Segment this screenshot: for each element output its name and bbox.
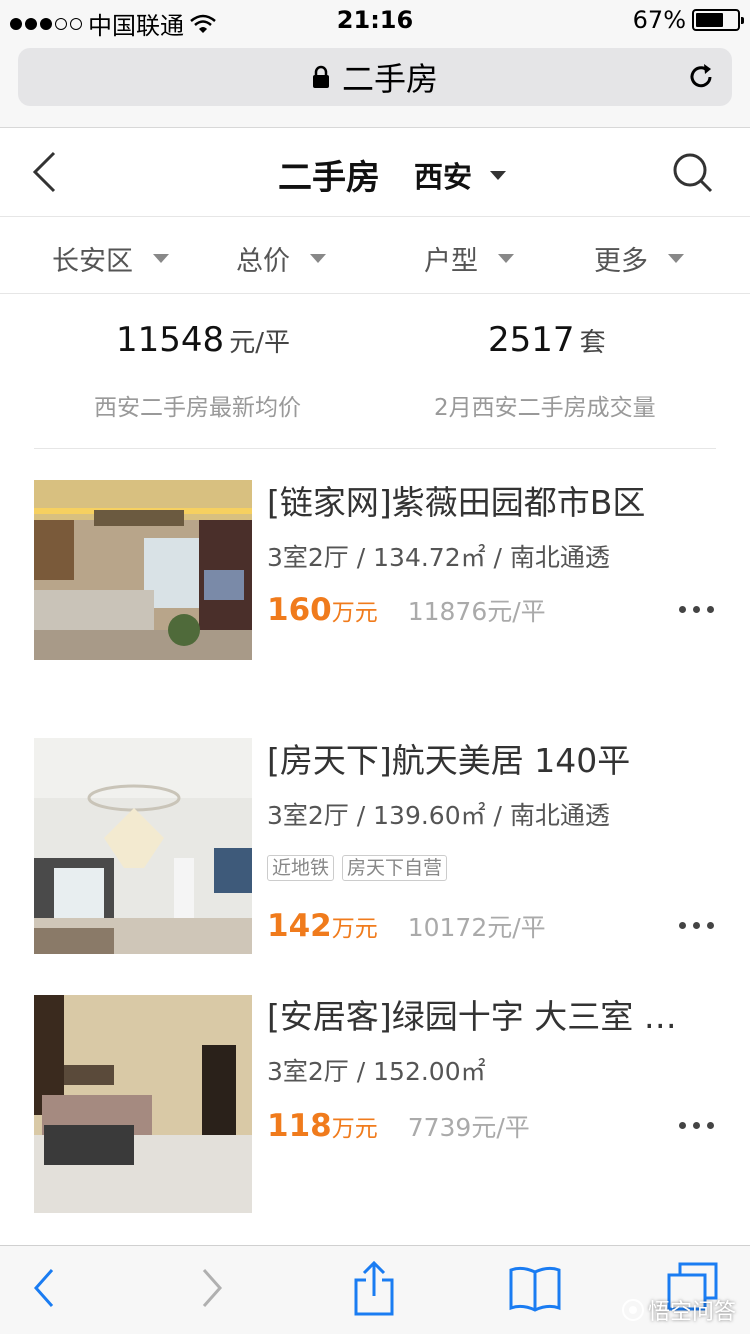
watermark: 悟空问答 — [621, 1294, 736, 1326]
volume-unit: 套 — [579, 328, 606, 358]
listing-price-unit: 万元 — [331, 916, 378, 942]
watermark-text: 悟空问答 — [647, 1300, 736, 1325]
listing-tag: 房天下自营 — [342, 855, 448, 881]
chevron-down-icon — [310, 254, 326, 263]
volume-label: 2月西安二手房成交量 — [434, 395, 656, 421]
status-right: 67% — [632, 6, 744, 34]
divider — [34, 448, 716, 449]
listing-price-row: 118 万元 7739元/平 — [267, 1108, 530, 1144]
avg-price-value: 11548 — [116, 320, 225, 360]
city-label: 西安 — [414, 160, 473, 194]
filter-district[interactable]: 长安区 — [52, 239, 169, 278]
filter-bar: 长安区 总价 户型 更多 — [0, 217, 750, 294]
filter-label: 总价 — [236, 246, 290, 277]
bookmarks-icon[interactable] — [508, 1264, 562, 1312]
url-title: 二手房 — [341, 60, 438, 98]
lock-icon — [312, 65, 329, 88]
more-icon[interactable] — [679, 606, 714, 613]
listing-price-unit: 万元 — [331, 600, 378, 626]
more-icon[interactable] — [679, 1122, 714, 1129]
listing-unit-price: 10172元/平 — [407, 913, 546, 942]
reload-icon[interactable] — [686, 62, 716, 92]
city-selector[interactable]: 西安 — [414, 154, 507, 196]
search-icon[interactable] — [672, 152, 714, 194]
avg-price-stat: 11548 元/平 — [116, 320, 290, 360]
listing-card[interactable]: [安居客]绿园十字 大三室 … 3室2厅 / 152.00㎡ 118 万元 77… — [0, 990, 750, 1215]
chevron-down-icon — [490, 170, 507, 180]
share-icon[interactable] — [352, 1260, 396, 1316]
battery-icon — [692, 9, 744, 31]
more-icon[interactable] — [679, 922, 714, 929]
listing-photo — [34, 995, 252, 1213]
listing-unit-price: 7739元/平 — [407, 1113, 530, 1142]
chevron-down-icon — [498, 254, 514, 263]
listing-unit-price: 11876元/平 — [407, 597, 546, 626]
back-icon[interactable] — [32, 1266, 56, 1310]
listing-price: 160 — [267, 592, 332, 628]
filter-label: 更多 — [594, 246, 648, 277]
listing-info: 3室2厅 / 152.00㎡ — [267, 1057, 486, 1086]
listing-price: 118 — [267, 1108, 332, 1144]
listing-tags: 近地铁 房天下自营 — [267, 855, 448, 881]
browser-toolbar: 悟空问答 — [0, 1245, 750, 1334]
filter-layout[interactable]: 户型 — [424, 239, 514, 278]
browser-bar: 二手房 — [0, 40, 750, 128]
avg-price-label: 西安二手房最新均价 — [94, 395, 301, 421]
listing-tag: 近地铁 — [267, 855, 335, 881]
volume-stat: 2517 套 — [488, 320, 606, 360]
page-title: 二手房 — [278, 158, 380, 198]
listing-photo — [34, 738, 252, 954]
chevron-down-icon — [668, 254, 684, 263]
forward-icon[interactable] — [200, 1266, 224, 1310]
listing-price-row: 160 万元 11876元/平 — [267, 592, 546, 628]
url-field[interactable]: 二手房 — [18, 48, 732, 106]
status-bar: 中国联通 21:16 67% — [0, 0, 750, 40]
filter-more[interactable]: 更多 — [594, 239, 684, 278]
listing-price: 142 — [267, 908, 332, 944]
listing-info: 3室2厅 / 134.72㎡ / 南北通透 — [267, 543, 610, 572]
listing-title: [安居客]绿园十字 大三室 … — [267, 997, 677, 1036]
listing-card[interactable]: [链家网]紫薇田园都市B区 3室2厅 / 134.72㎡ / 南北通透 160 … — [0, 476, 750, 666]
battery-percent: 67% — [632, 6, 686, 34]
listing-price-row: 142 万元 10172元/平 — [267, 908, 546, 944]
listing-price-unit: 万元 — [331, 1116, 378, 1142]
avg-price-unit: 元/平 — [229, 328, 291, 358]
back-arrow-icon[interactable] — [30, 150, 58, 194]
listing-photo — [34, 480, 252, 660]
listing-title: [链家网]紫薇田园都市B区 — [267, 483, 646, 522]
filter-label: 户型 — [424, 246, 478, 277]
volume-value: 2517 — [488, 320, 575, 360]
filter-total-price[interactable]: 总价 — [236, 239, 326, 278]
app-header: 二手房 西安 — [0, 128, 750, 217]
listing-info: 3室2厅 / 139.60㎡ / 南北通透 — [267, 801, 610, 830]
wukong-logo-icon — [621, 1299, 644, 1321]
filter-label: 长安区 — [52, 246, 133, 277]
listing-card[interactable]: [房天下]航天美居 140平 3室2厅 / 139.60㎡ / 南北通透 近地铁… — [0, 734, 750, 954]
chevron-down-icon — [153, 254, 169, 263]
listing-title: [房天下]航天美居 140平 — [267, 741, 631, 780]
